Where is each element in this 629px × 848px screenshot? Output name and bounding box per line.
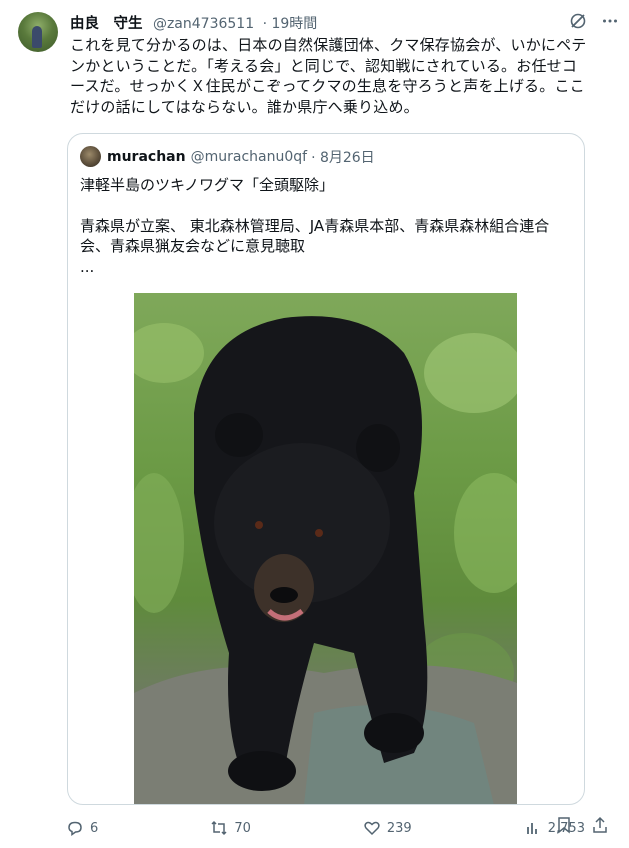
- reply-button[interactable]: 6: [66, 819, 98, 837]
- grok-icon[interactable]: [569, 12, 587, 30]
- quote-avatar: [80, 146, 101, 167]
- reply-count: 6: [90, 820, 99, 836]
- like-icon: [363, 819, 381, 837]
- quote-author-name: murachan: [107, 148, 186, 165]
- quote-header: murachan @murachanu0qf · 8月26日: [80, 146, 375, 167]
- views-icon: [524, 819, 542, 837]
- repost-icon: [210, 819, 228, 837]
- reply-icon: [66, 819, 84, 837]
- like-count: 239: [386, 820, 412, 836]
- quote-line-2: 青森県が立案、 東北森林管理局、JA青森県本部、青森県森林組合連合会、青森県猟友…: [80, 216, 550, 256]
- quote-time: · 8月26日: [311, 149, 375, 166]
- repost-button[interactable]: 70: [210, 819, 251, 837]
- tweet-text: これを見て分かるのは、日本の自然保護団体、クマ保存協会が、いかにペテンかというこ…: [70, 36, 587, 116]
- quote-more: ...: [80, 257, 95, 276]
- author-avatar[interactable]: [18, 12, 58, 52]
- action-bar: 6 70 239 2,753: [66, 816, 585, 840]
- author-name[interactable]: 由良 守生: [70, 16, 143, 32]
- bookmark-icon[interactable]: [555, 816, 573, 834]
- tweet-time[interactable]: · 19時間: [263, 16, 318, 32]
- bear-photo[interactable]: [134, 293, 517, 804]
- repost-count: 70: [234, 820, 251, 836]
- quoted-tweet[interactable]: murachan @murachanu0qf · 8月26日 津軽半島のツキノワ…: [67, 133, 585, 805]
- quote-text: 津軽半島のツキノワグマ「全頭駆除」 青森県が立案、 東北森林管理局、JA青森県本…: [80, 175, 570, 277]
- quote-author-handle: @murachanu0qf: [190, 148, 308, 165]
- tweet-header: 由良 守生 @zan4736511 · 19時間: [70, 12, 619, 32]
- quote-line-1: 津軽半島のツキノワグマ「全頭駆除」: [80, 176, 334, 194]
- share-icon[interactable]: [591, 816, 609, 834]
- like-button[interactable]: 239: [363, 819, 412, 837]
- author-handle[interactable]: @zan4736511: [153, 16, 254, 32]
- more-icon[interactable]: [601, 12, 619, 30]
